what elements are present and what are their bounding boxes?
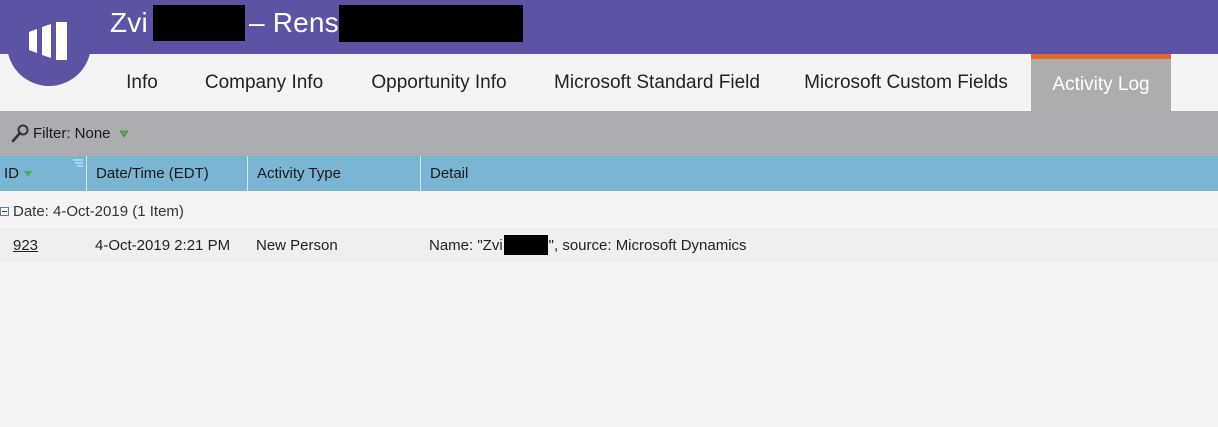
tab-info[interactable]: Info bbox=[110, 54, 174, 111]
tab-microsoft-standard-field[interactable]: Microsoft Standard Field bbox=[540, 54, 774, 111]
detail-prefix: Name: "Zvi bbox=[429, 236, 503, 254]
cell-id: 923 bbox=[13, 228, 38, 262]
table-row[interactable]: 923 4-Oct-2019 2:21 PM New Person Name: … bbox=[0, 228, 1218, 262]
column-header-id[interactable]: ID bbox=[0, 156, 87, 191]
tab-bar: Info Company Info Opportunity Info Micro… bbox=[0, 54, 1218, 111]
column-header-detail[interactable]: Detail bbox=[421, 156, 1218, 191]
redacted-block bbox=[338, 4, 523, 42]
sort-desc-icon[interactable] bbox=[24, 170, 32, 178]
filter-bar: Filter: None bbox=[0, 111, 1218, 156]
cell-detail: Name: "Zvi ", source: Microsoft Dynamics bbox=[429, 228, 747, 262]
filter-label: Filter: None bbox=[33, 125, 111, 142]
redacted-block bbox=[503, 235, 548, 255]
title-company-prefix: – Rens bbox=[248, 7, 339, 38]
group-row: Date: 4-Oct-2019 (1 Item) bbox=[0, 198, 184, 224]
collapse-group-icon[interactable] bbox=[0, 206, 9, 216]
column-header-activity-type[interactable]: Activity Type bbox=[248, 156, 421, 191]
tab-opportunity-info[interactable]: Opportunity Info bbox=[354, 54, 524, 111]
filter-dropdown-arrow-icon[interactable] bbox=[118, 129, 129, 139]
column-menu-grip-icon[interactable] bbox=[73, 159, 83, 168]
marketo-logo[interactable] bbox=[7, 0, 91, 86]
logo-bars-icon bbox=[29, 22, 67, 60]
group-label: Date: 4-Oct-2019 (1 Item) bbox=[13, 202, 184, 220]
record-header: Zvi – Rens bbox=[0, 0, 1218, 86]
filter-button[interactable]: Filter: None bbox=[10, 124, 129, 144]
detail-suffix: ", source: Microsoft Dynamics bbox=[548, 236, 747, 254]
redacted-block bbox=[152, 5, 245, 41]
cell-activity-type: New Person bbox=[256, 236, 338, 254]
grid-header: ID Date/Time (EDT) Activity Type Detail bbox=[0, 156, 1218, 191]
cell-datetime: 4-Oct-2019 2:21 PM bbox=[95, 236, 231, 254]
column-header-datetime[interactable]: Date/Time (EDT) bbox=[87, 156, 248, 191]
tab-company-info[interactable]: Company Info bbox=[190, 54, 338, 111]
tab-activity-log[interactable]: Activity Log bbox=[1031, 54, 1171, 111]
wrench-icon bbox=[11, 124, 29, 142]
column-label-id: ID bbox=[4, 165, 19, 182]
title-first-name: Zvi bbox=[110, 7, 148, 38]
activity-id-link[interactable]: 923 bbox=[13, 237, 38, 254]
tab-microsoft-custom-fields[interactable]: Microsoft Custom Fields bbox=[790, 54, 1022, 111]
page-title: Zvi – Rens bbox=[110, 4, 523, 42]
